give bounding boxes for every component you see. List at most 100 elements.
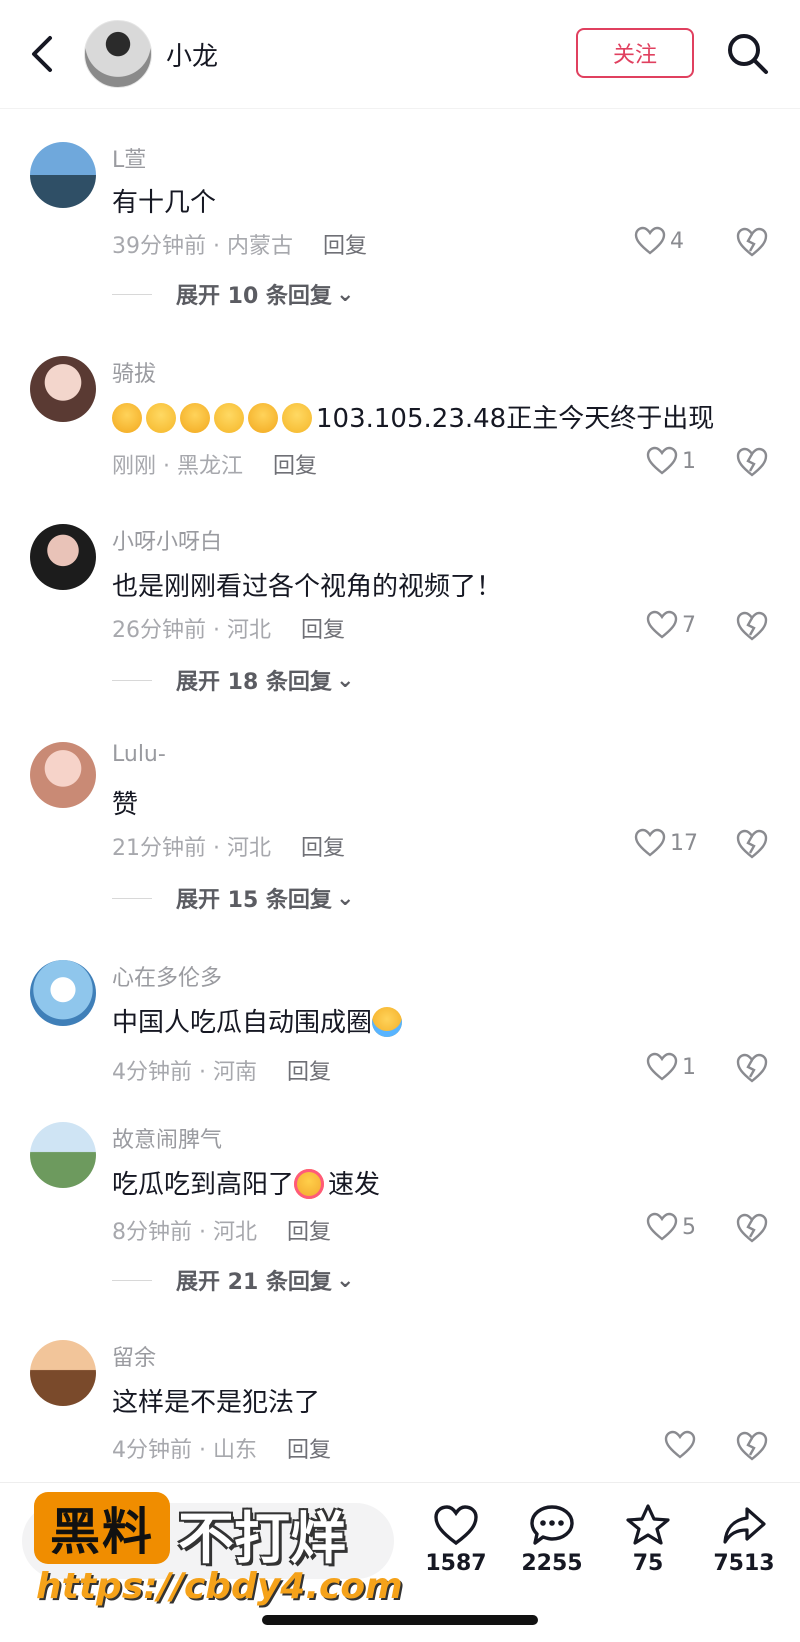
comment-text: 吃瓜吃到高阳了 速发 [112, 1164, 380, 1201]
commenter-name[interactable]: L萱 [112, 142, 146, 174]
commenter-avatar[interactable] [30, 1340, 96, 1406]
home-indicator[interactable] [262, 1615, 538, 1625]
heart-eyes-icon [294, 1169, 325, 1199]
comment-meta: 4分钟前 · 河南 回复 [112, 1054, 331, 1086]
comment-text-body: 吃瓜吃到高阳了 [112, 1170, 295, 1200]
commenter-name[interactable]: 小呀小呀白 [112, 524, 222, 556]
commenter-name[interactable]: Lulu- [112, 742, 166, 767]
commenter-avatar[interactable] [30, 524, 96, 590]
like-button[interactable]: 1587 [416, 1503, 496, 1576]
dislike-icon[interactable] [736, 1212, 768, 1244]
comment-text-body: 中国人吃瓜自动围成圈 [112, 1008, 373, 1038]
comment-meta: 8分钟前 · 河北 回复 [112, 1214, 331, 1246]
heart-icon [646, 610, 678, 640]
chevron-down-icon: ⌄ [335, 281, 355, 307]
heart-icon [664, 1430, 696, 1460]
expand-replies-button[interactable]: 展开 10 条回复 ⌄ [112, 278, 354, 310]
divider [112, 293, 152, 295]
commenter-avatar[interactable] [30, 142, 96, 208]
divider [112, 897, 152, 899]
reply-button[interactable]: 回复 [287, 1060, 331, 1085]
reply-button[interactable]: 回复 [287, 1220, 331, 1245]
like-count: 17 [670, 830, 698, 856]
comment-like-button[interactable]: 5 [646, 1212, 696, 1242]
reply-button[interactable]: 回复 [301, 618, 345, 643]
commenter-name[interactable]: 骑拔 [112, 356, 156, 388]
commenter-name[interactable]: 故意闹脾气 [112, 1122, 222, 1154]
favorite-button[interactable]: 75 [608, 1503, 688, 1576]
comment-time-location: 39分钟前 · 内蒙古 [112, 234, 293, 259]
dislike-icon[interactable] [736, 1430, 768, 1462]
chevron-down-icon: ⌄ [335, 667, 355, 693]
reply-button[interactable]: 回复 [323, 234, 367, 259]
dislike-icon[interactable] [736, 610, 768, 642]
commenter-avatar[interactable] [30, 1122, 96, 1188]
heart-icon [634, 828, 666, 858]
favorite-count: 75 [632, 1551, 664, 1576]
expand-replies-label: 展开 10 条回复 [176, 284, 332, 309]
commenter-avatar[interactable] [30, 960, 96, 1026]
dislike-icon[interactable] [736, 1052, 768, 1084]
comment-text: 103.105.23.48正主今天终于出现 [112, 398, 714, 435]
comment-time-location: 4分钟前 · 山东 [112, 1438, 257, 1463]
comment-like-button[interactable]: 17 [634, 828, 698, 858]
comment-like-button[interactable]: 4 [634, 226, 684, 256]
reply-button[interactable]: 回复 [301, 836, 345, 861]
share-button[interactable]: 7513 [704, 1503, 784, 1576]
follow-button[interactable]: 关注 [576, 28, 694, 78]
blush-icon [112, 403, 142, 433]
comment-like-button[interactable]: 1 [646, 446, 696, 476]
heart-icon [634, 226, 666, 256]
like-count: 4 [670, 228, 684, 254]
comment-meta: 26分钟前 · 河北 回复 [112, 612, 345, 644]
comment-text: 这样是不是犯法了 [112, 1388, 321, 1418]
heart-icon [646, 1212, 678, 1242]
comment-text: 有十几个 [112, 188, 217, 218]
top-nav-bar: 小龙 关注 [0, 0, 800, 109]
tearful-icon [214, 403, 244, 433]
like-count: 5 [682, 1214, 696, 1240]
commenter-avatar[interactable] [30, 356, 96, 422]
pleading-icon [282, 403, 312, 433]
comment-time-location: 4分钟前 · 河南 [112, 1060, 257, 1085]
comment-text-body: 103.105.23.48正主今天终于出现 [316, 404, 715, 434]
dislike-icon[interactable] [736, 446, 768, 478]
comment-like-button[interactable]: 1 [646, 1052, 696, 1082]
commenter-name[interactable]: 心在多伦多 [112, 960, 222, 992]
heart-icon [434, 1505, 478, 1546]
comment-time-location: 21分钟前 · 河北 [112, 836, 271, 861]
laugh-icon [248, 403, 278, 433]
share-arrow-icon [723, 1507, 766, 1544]
dislike-icon[interactable] [736, 226, 768, 258]
expand-replies-button[interactable]: 展开 18 条回复 ⌄ [112, 664, 354, 696]
comment-text: 也是刚刚看过各个视角的视频了！ [112, 572, 503, 602]
comment-count: 2255 [521, 1551, 583, 1576]
watermark-url: https://cbdy4.com [36, 1566, 403, 1607]
reply-button[interactable]: 回复 [273, 454, 317, 479]
comment-text: 赞 [112, 790, 139, 820]
crying-laughing-icon [372, 1007, 403, 1037]
expand-replies-button[interactable]: 展开 15 条回复 ⌄ [112, 882, 354, 914]
comment-button[interactable]: 2255 [512, 1503, 592, 1576]
divider [112, 679, 152, 681]
dislike-icon[interactable] [736, 828, 768, 860]
author-name[interactable]: 小龙 [166, 36, 218, 73]
reply-button[interactable]: 回复 [287, 1438, 331, 1463]
author-avatar[interactable] [84, 20, 152, 88]
star-icon [626, 1504, 670, 1545]
comment-text-tail: 速发 [328, 1170, 381, 1200]
commenter-name[interactable]: 留余 [112, 1340, 156, 1372]
expand-replies-button[interactable]: 展开 21 条回复 ⌄ [112, 1264, 354, 1296]
back-arrow-icon[interactable] [28, 34, 58, 74]
heart-icon [646, 1052, 678, 1082]
comment-meta: 刚刚 · 黑龙江 回复 [112, 448, 317, 480]
chevron-down-icon: ⌄ [335, 885, 355, 911]
comment-like-button[interactable]: 7 [646, 610, 696, 640]
comment-meta: 21分钟前 · 河北 回复 [112, 830, 345, 862]
comment-meta: 4分钟前 · 山东 回复 [112, 1432, 331, 1464]
comment-like-button[interactable] [664, 1430, 696, 1460]
commenter-avatar[interactable] [30, 742, 96, 808]
search-icon[interactable] [726, 32, 770, 76]
like-count: 7 [682, 612, 696, 638]
like-count: 1 [682, 1054, 696, 1080]
